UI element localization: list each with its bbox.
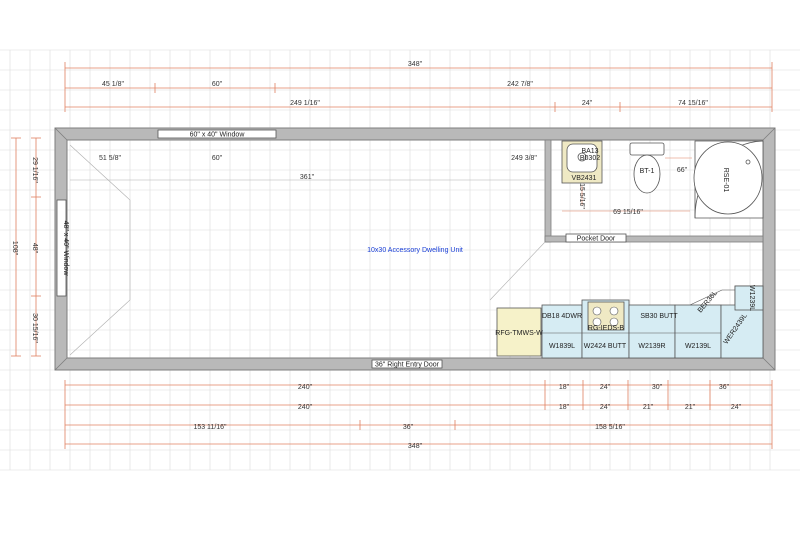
top-window-width-dim: 60" <box>212 81 223 88</box>
cabinet-range[interactable]: RG-IEDS-B <box>588 325 625 332</box>
entry-door-label: 36" Right Entry Door <box>375 362 440 369</box>
cabinet-wall-top[interactable]: W1239L <box>748 285 755 311</box>
interior-window-dim: 60" <box>212 155 223 162</box>
top-window[interactable]: 60" x 40" Window <box>157 129 277 139</box>
top-right-run-dim: 242 7/8" <box>507 81 533 88</box>
bath-width-dim: 69 15/16" <box>613 209 643 216</box>
cabinet-drawer-base[interactable]: DB18 4DWR <box>542 313 582 320</box>
bottom-row2-dim: 21" <box>643 404 654 411</box>
interior-left-clear-dim: 51 5/8" <box>99 155 121 162</box>
bottom-row2-dim: 24" <box>600 404 611 411</box>
bottom-row2-dim: 21" <box>685 404 696 411</box>
toilet-clear-dim: 66" <box>677 167 688 174</box>
bottom-row1-dim: 30" <box>652 384 663 391</box>
bottom-row1-dim: 18" <box>559 384 570 391</box>
bottom-row2-dim: 24" <box>731 404 742 411</box>
cabinet-fridge[interactable]: RFG-TMWS-W <box>495 330 543 337</box>
pocket-door-label: Pocket Door <box>577 236 616 243</box>
vanity-depth-dim: 15 5/16" <box>578 183 585 209</box>
bottom-row3-dim: 36" <box>403 424 414 431</box>
top-left-offset-dim: 45 1/8" <box>102 81 124 88</box>
bottom-row3-dim: 153 11/16" <box>193 424 227 431</box>
bottom-row2-dim: 18" <box>559 404 570 411</box>
top-bath-b-dim: 74 15/16" <box>678 100 708 107</box>
bottom-row1-dim: 36" <box>719 384 730 391</box>
vanity-sink-label: B0302 <box>580 155 600 162</box>
bottom-overall-dim: 348" <box>408 443 423 450</box>
cabinet-wall-1[interactable]: W1839L <box>549 343 575 350</box>
interior-right-clear-dim: 249 3/8" <box>511 155 537 162</box>
bottom-row3-dim: 158 5/16" <box>595 424 625 431</box>
left-window-dim: 48" <box>31 243 38 254</box>
entry-door[interactable]: 36" Right Entry Door <box>371 359 443 369</box>
left-overall-dim: 108" <box>11 241 18 256</box>
pocket-door[interactable]: Pocket Door <box>565 233 627 243</box>
bottom-row1-dim: 24" <box>600 384 611 391</box>
top-overall-dim: 348" <box>408 61 423 68</box>
left-bottom-dim: 30 15/16" <box>31 313 38 343</box>
bottom-row1-dim: 240" <box>298 384 313 391</box>
sink-label: BA13 <box>581 148 598 155</box>
top-window-label: 60" x 40" Window <box>190 132 246 139</box>
cabinet-wall-2[interactable]: W2424 BUTT <box>584 343 627 350</box>
left-window-label: 48" x 40" Window <box>62 221 69 277</box>
top-bath-a-dim: 24" <box>582 100 593 107</box>
shower[interactable]: RSE-01 <box>693 140 764 219</box>
left-top-dim: 29 1/16" <box>31 157 38 183</box>
shower-label: RSE-01 <box>722 168 729 193</box>
cabinet-sink-base[interactable]: SB30 BUTT <box>640 313 678 320</box>
plan-title: 10x30 Accessory Dwelling Unit <box>367 247 463 254</box>
bath-vanity[interactable]: VB2431 BA13 B0302 <box>561 140 603 184</box>
vanity-label: VB2431 <box>572 175 597 182</box>
cabinet-wall-4[interactable]: W2139L <box>685 343 711 350</box>
floor-plan-canvas: 60" x 40" Window 48" x 40" Window 36" Ri… <box>0 49 800 471</box>
bottom-row2-dim: 240" <box>298 404 313 411</box>
toilet[interactable]: BT-1 <box>629 142 665 194</box>
interior-length-dim: 361" <box>300 174 315 181</box>
top-to-bath-dim: 249 1/16" <box>290 100 320 107</box>
toilet-label: BT-1 <box>640 168 655 175</box>
cabinet-wall-3[interactable]: W2139R <box>638 343 665 350</box>
background-grid <box>0 49 800 471</box>
